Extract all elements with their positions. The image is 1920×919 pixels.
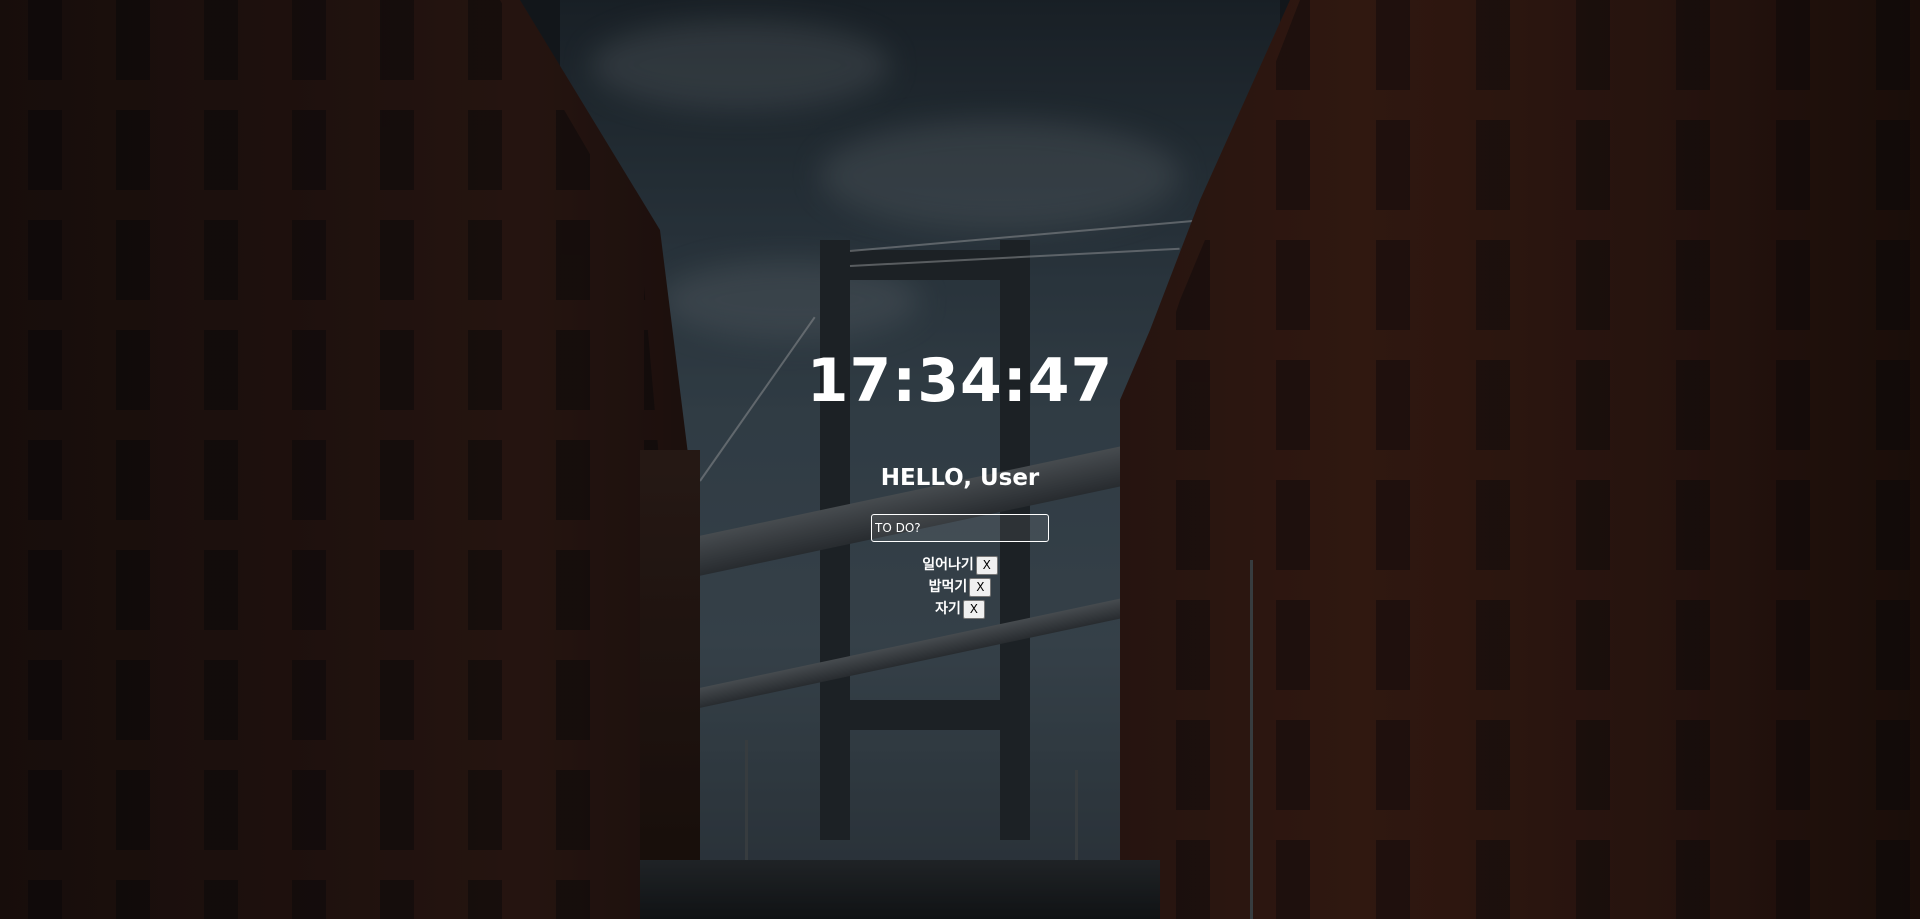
delete-todo-button[interactable]: X [969,577,992,597]
todo-item: 밥먹기 X [760,576,1160,598]
todo-text: 일어나기 [922,557,974,573]
todo-input[interactable] [871,514,1049,542]
todo-text: 밥먹기 [928,579,968,595]
greeting: HELLO, User [880,465,1040,491]
todo-text: 자기 [935,601,961,617]
todo-item: 자기 X [760,598,1160,620]
app-root: 17:34:47 HELLO, User 일어나기X 밥먹기X 자기X [0,0,1920,919]
todo-form [871,514,1049,542]
delete-todo-button[interactable]: X [962,599,985,619]
todo-item: 일어나기 X [760,554,1160,576]
delete-todo-button[interactable]: X [975,555,998,575]
clock: 17:34:47 [806,346,1114,416]
todo-list: 일어나기 X 밥먹기 X 자기 X [760,554,1160,620]
